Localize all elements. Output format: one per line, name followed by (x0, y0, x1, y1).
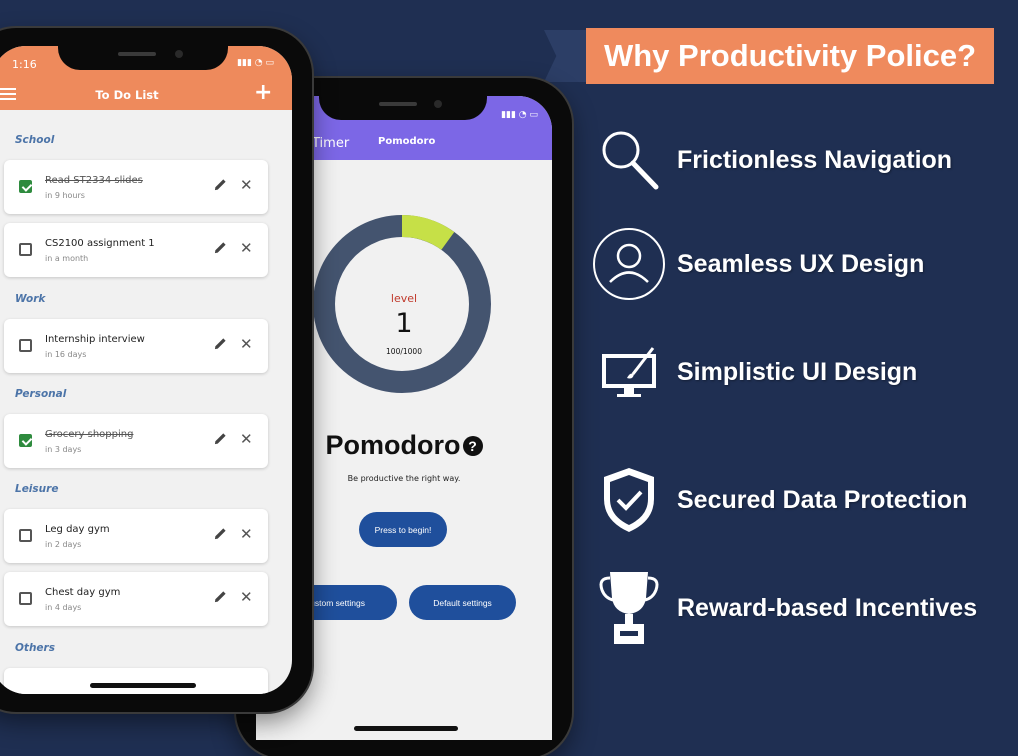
task-checkbox[interactable] (19, 529, 32, 542)
task-card[interactable] (4, 668, 268, 694)
shield-check-icon (590, 462, 668, 538)
task-title: Grocery shopping (45, 429, 134, 440)
user-circle-icon (590, 226, 668, 302)
task-title: CS2100 assignment 1 (45, 238, 155, 249)
task-due: in 3 days (45, 445, 82, 454)
feature-label: Seamless UX Design (677, 249, 925, 278)
start-button[interactable]: Press to begin! (359, 512, 447, 547)
feature-label: Frictionless Navigation (677, 145, 953, 174)
magnifier-icon (590, 122, 668, 198)
task-due: in 2 days (45, 540, 82, 549)
phone-speaker (379, 102, 417, 106)
delete-icon[interactable]: ✕ (240, 588, 253, 606)
delete-icon[interactable]: ✕ (240, 525, 253, 543)
section-label-leisure: Leisure (15, 483, 59, 495)
status-icons: ▮▮▮ ◔ ▭ (237, 58, 274, 68)
trophy-icon (590, 570, 668, 646)
pomodoro-title-text: Pomodoro (325, 430, 461, 460)
delete-icon[interactable]: ✕ (240, 335, 253, 353)
todo-screen: 1:16 ▮▮▮ ◔ ▭ To Do List + School Read ST… (0, 46, 292, 694)
home-indicator (90, 683, 196, 688)
task-card[interactable]: Leg day gym in 2 days ✕ (4, 509, 268, 563)
task-title: Chest day gym (45, 587, 121, 598)
edit-icon[interactable] (214, 432, 227, 445)
edit-icon[interactable] (214, 337, 227, 350)
task-title: Leg day gym (45, 524, 110, 535)
task-checkbox[interactable] (19, 434, 32, 447)
todo-phone: 1:16 ▮▮▮ ◔ ▭ To Do List + School Read ST… (0, 28, 312, 712)
delete-icon[interactable]: ✕ (240, 239, 253, 257)
default-settings-button[interactable]: Default settings (409, 585, 516, 620)
page-title: To Do List (95, 88, 159, 102)
section-label-others: Others (15, 642, 55, 654)
task-title: Internship interview (45, 334, 145, 345)
feature-label: Secured Data Protection (677, 485, 968, 514)
task-card[interactable]: Read ST2334 slides in 9 hours ✕ (4, 160, 268, 214)
edit-icon[interactable] (214, 527, 227, 540)
home-indicator (354, 726, 458, 731)
task-due: in 9 hours (45, 191, 85, 200)
tab-timer[interactable]: Timer (312, 136, 349, 151)
edit-icon[interactable] (214, 590, 227, 603)
edit-icon[interactable] (214, 241, 227, 254)
feature-label: Reward-based Incentives (677, 593, 978, 622)
phone-camera (434, 100, 442, 108)
task-card[interactable]: Internship interview in 16 days ✕ (4, 319, 268, 373)
feature-reward-incentives: Reward-based Incentives (590, 570, 1010, 646)
monitor-brush-icon (590, 334, 668, 410)
feature-frictionless-navigation: Frictionless Navigation (590, 122, 1010, 198)
ring-progress (401, 215, 455, 251)
phone-notch (58, 42, 228, 70)
tab-pomodoro[interactable]: Pomodoro (378, 136, 435, 147)
delete-icon[interactable]: ✕ (240, 430, 253, 448)
task-title: Read ST2334 slides (45, 175, 143, 186)
task-card[interactable]: CS2100 assignment 1 in a month ✕ (4, 223, 268, 277)
section-label-work: Work (15, 293, 46, 305)
delete-icon[interactable]: ✕ (240, 176, 253, 194)
section-label-personal: Personal (15, 388, 67, 400)
task-checkbox[interactable] (19, 592, 32, 605)
feature-label: Simplistic UI Design (677, 357, 918, 386)
feature-seamless-ux: Seamless UX Design (590, 226, 1010, 302)
task-card[interactable]: Chest day gym in 4 days ✕ (4, 572, 268, 626)
add-task-icon[interactable]: + (254, 80, 272, 105)
phone-camera (175, 50, 183, 58)
task-due: in 4 days (45, 603, 82, 612)
status-time: 1:16 (12, 58, 37, 71)
edit-icon[interactable] (214, 178, 227, 191)
status-icons: ▮▮▮ ◔ ▭ (501, 110, 538, 120)
help-icon[interactable]: ? (462, 436, 483, 456)
feature-secured-data: Secured Data Protection (590, 462, 1010, 538)
feature-simplistic-ui: Simplistic UI Design (590, 334, 1010, 410)
task-card[interactable]: Grocery shopping in 3 days ✕ (4, 414, 268, 468)
task-checkbox[interactable] (19, 243, 32, 256)
task-due: in 16 days (45, 350, 87, 359)
phone-notch (319, 92, 487, 120)
task-checkbox[interactable] (19, 339, 32, 352)
section-label-school: School (15, 134, 55, 146)
banner-title: Why Productivity Police? (586, 28, 994, 84)
task-due: in a month (45, 254, 89, 263)
phone-speaker (118, 52, 156, 56)
task-checkbox[interactable] (19, 180, 32, 193)
